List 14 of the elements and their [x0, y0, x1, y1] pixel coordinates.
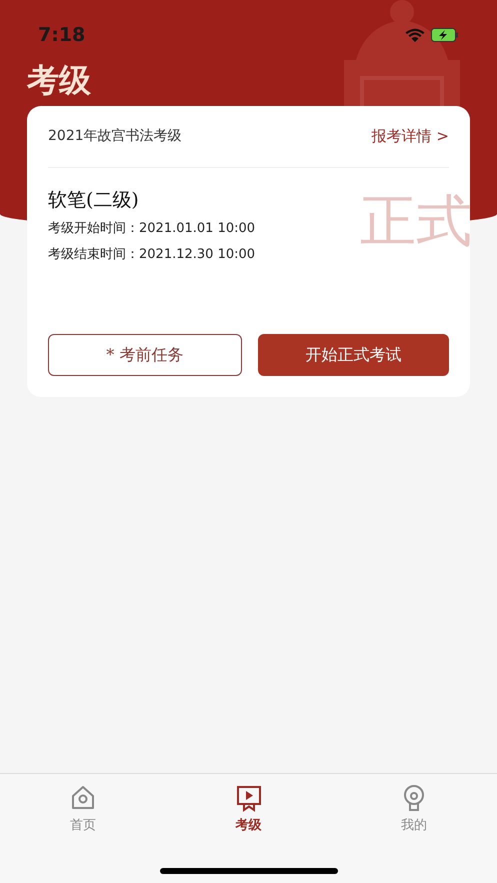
decoration-text: 正式 [360, 194, 470, 250]
details-link[interactable]: 报考详情 > [372, 125, 449, 148]
page-title: 考级 [26, 60, 92, 100]
battery-icon [431, 28, 459, 42]
level-name: 软笔(二级) [48, 188, 140, 213]
pre-exam-task-button[interactable]: * 考前任务 [48, 334, 242, 376]
tab-label[interactable]: 考级 [236, 816, 262, 836]
exam-title: 2021年故宫书法考级 [48, 127, 182, 146]
wifi-icon [405, 28, 425, 42]
exam-time: 考级开始时间：2021.01.01 10:00 [48, 220, 256, 238]
start-exam-button[interactable]: 开始正式考试 [258, 334, 449, 376]
status-time: 7:18 [38, 22, 86, 48]
exam-time: 考级结束时间：2021.12.30 10:00 [48, 246, 256, 264]
play-screen-icon[interactable] [234, 784, 262, 812]
